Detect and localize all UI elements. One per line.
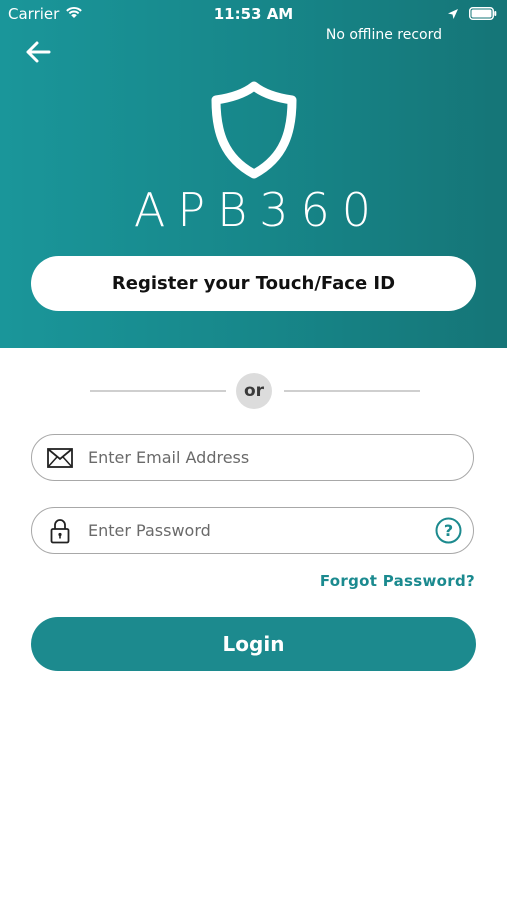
email-input[interactable] [88, 435, 473, 480]
status-time: 11:53 AM [213, 5, 294, 23]
battery-icon [469, 5, 497, 24]
status-right [447, 5, 497, 24]
app-logo-text: APB360 [133, 183, 384, 237]
login-button[interactable]: Login [31, 617, 476, 671]
envelope-icon [32, 435, 88, 480]
svg-text:?: ? [443, 521, 452, 540]
shield-icon [211, 81, 297, 179]
forgot-password-link[interactable]: Forgot Password? [320, 572, 475, 590]
location-arrow-icon [447, 5, 459, 24]
lock-icon [32, 508, 88, 553]
divider-right [284, 390, 420, 392]
register-touch-id-button[interactable]: Register your Touch/Face ID [31, 256, 476, 311]
back-button[interactable] [22, 38, 54, 66]
email-field[interactable] [31, 434, 474, 481]
password-field[interactable]: ? [31, 507, 474, 554]
offline-status: No offline record [325, 27, 442, 43]
password-input[interactable] [88, 508, 423, 553]
login-screen: Carrier 11:53 AM No offline record APB36… [0, 0, 507, 900]
question-circle-icon[interactable]: ? [423, 508, 473, 553]
divider-left [90, 390, 226, 392]
arrow-left-icon [26, 41, 51, 63]
or-separator: or [236, 373, 272, 409]
status-bar: Carrier 11:53 AM [0, 0, 507, 28]
